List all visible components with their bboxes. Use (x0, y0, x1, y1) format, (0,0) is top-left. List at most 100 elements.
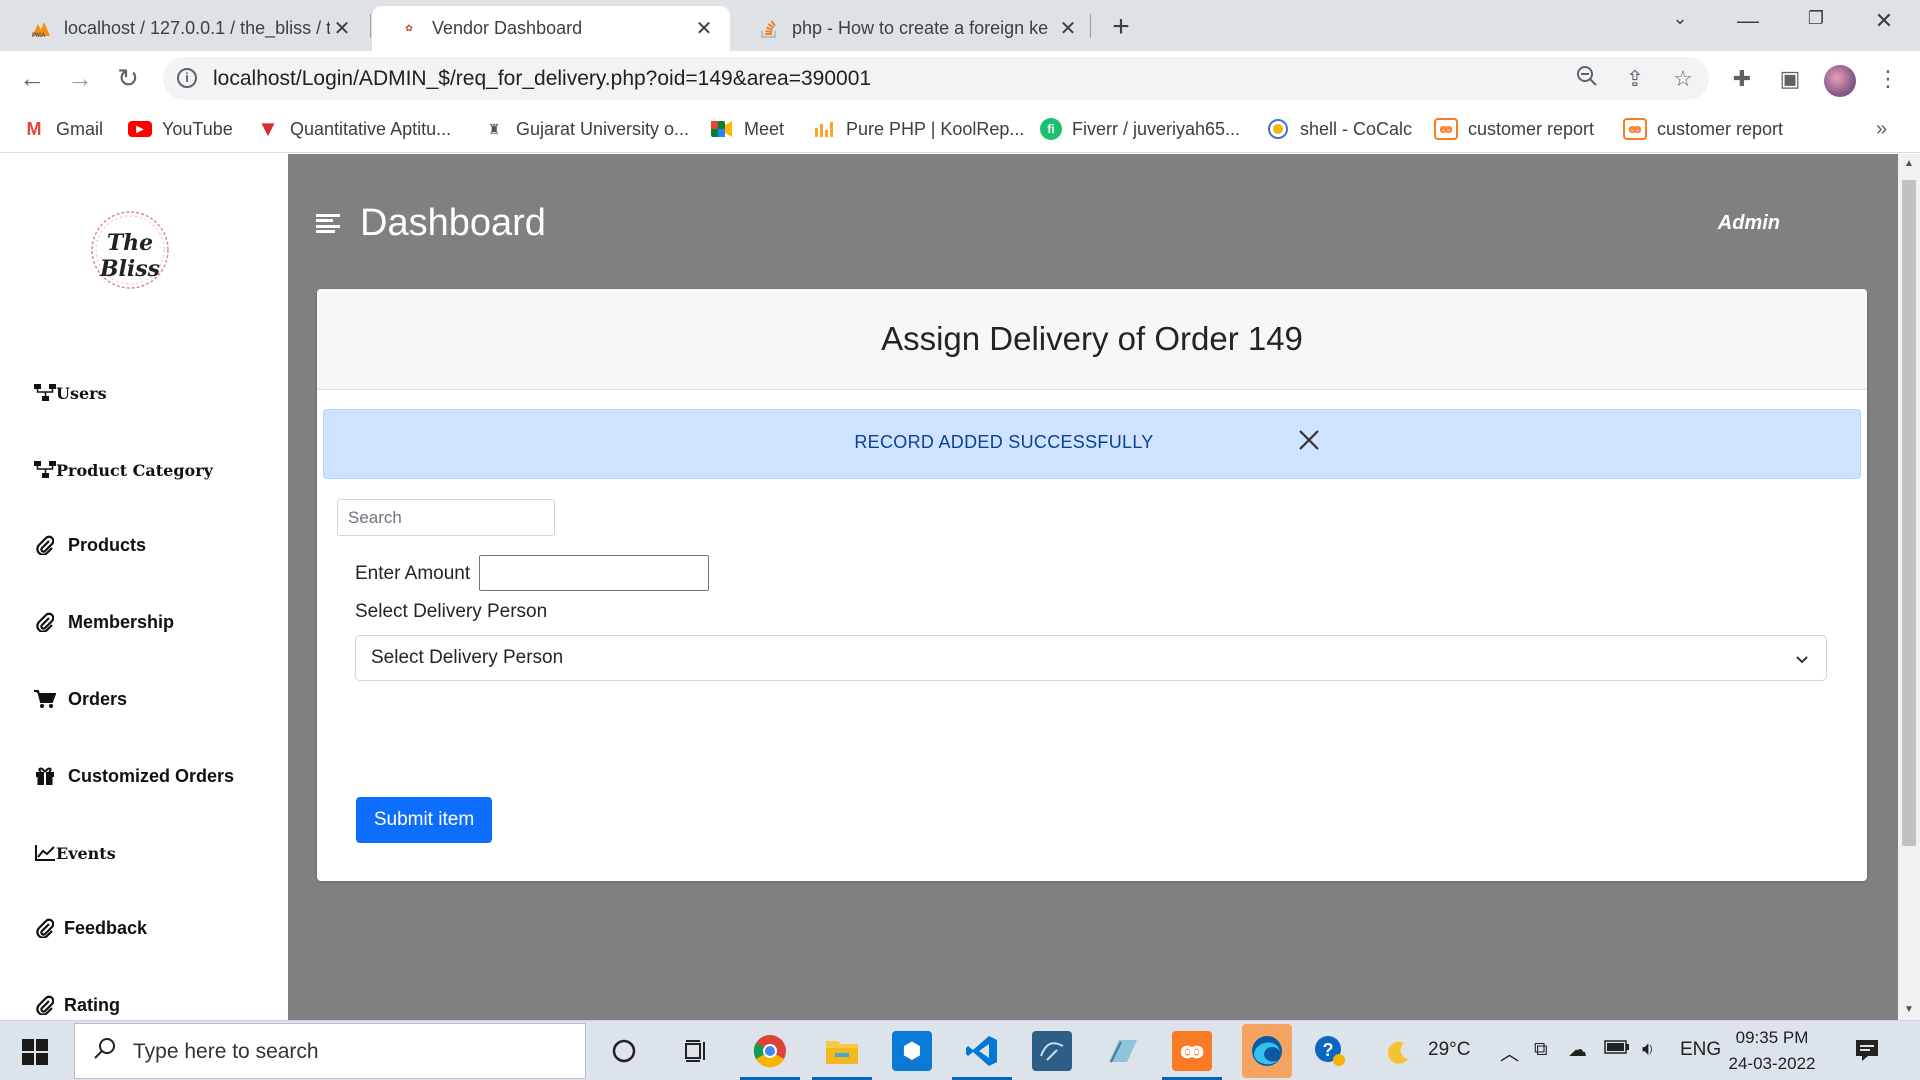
language-indicator[interactable]: ENG (1680, 1039, 1721, 1061)
paperclip-icon (34, 611, 56, 633)
weather-temperature[interactable]: 29°C (1428, 1039, 1470, 1061)
site-info-icon[interactable]: i (177, 68, 197, 88)
back-button[interactable]: ← (16, 62, 48, 94)
taskbar-search-box[interactable]: Type here to search (74, 1023, 586, 1079)
task-view-icon[interactable] (676, 1031, 716, 1071)
submit-button[interactable]: Submit item (356, 797, 492, 843)
weather-icon[interactable] (1384, 1039, 1412, 1073)
bookmark-indiabix[interactable]: ▼ Quantitative Aptitu... (256, 114, 451, 144)
zoom-icon[interactable] (1573, 65, 1601, 93)
url-text[interactable]: localhost/Login/ADMIN_$/req_for_delivery… (213, 67, 871, 91)
tab-close-icon[interactable]: ✕ (330, 16, 354, 41)
tab-vendor-dashboard[interactable]: ✿ Vendor Dashboard ✕ (372, 6, 730, 51)
menu-kebab-icon[interactable]: ⋮ (1874, 65, 1902, 93)
profile-avatar[interactable] (1824, 65, 1856, 97)
meet-icon (710, 118, 734, 140)
tab-close-icon[interactable]: ✕ (692, 16, 716, 41)
sidebar-item-membership[interactable]: Membership (34, 611, 174, 633)
sidebar-item-label: Product Category (56, 460, 213, 480)
new-tab-button[interactable]: + (1106, 10, 1136, 44)
hamburger-menu-icon[interactable] (316, 212, 340, 236)
reload-button[interactable]: ↻ (112, 62, 144, 94)
card-title: Assign Delivery of Order 149 (881, 320, 1303, 357)
browser-tab-strip: PMA localhost / 127.0.0.1 / the_bliss / … (0, 0, 1920, 51)
bookmarks-bar: M Gmail ▶ YouTube ▼ Quantitative Aptitu.… (0, 106, 1920, 153)
file-explorer-icon[interactable] (822, 1031, 862, 1071)
bookmark-youtube[interactable]: ▶ YouTube (128, 114, 233, 144)
bookmarks-overflow-icon[interactable]: » (1876, 118, 1887, 141)
meet-now-icon[interactable]: ⧉ (1534, 1039, 1548, 1061)
bookmark-label: Gmail (56, 118, 104, 139)
tab-stackoverflow[interactable]: php - How to create a foreign ke ✕ (732, 6, 1094, 51)
xampp-icon: ꙭ (1434, 118, 1458, 140)
tray-overflow-chevron-icon[interactable]: ︿ (1500, 1039, 1519, 1066)
notification-center-icon[interactable] (1854, 1037, 1880, 1063)
gift-icon (34, 765, 56, 787)
scroll-down-icon[interactable]: ▼ (1898, 1000, 1920, 1020)
bookmark-meet[interactable]: Meet (710, 114, 784, 144)
chrome-taskbar-icon[interactable] (750, 1031, 790, 1071)
forward-button[interactable]: → (64, 62, 96, 94)
bookmark-customer-report-1[interactable]: ꙭ customer report (1434, 114, 1594, 144)
bookmark-cocalc[interactable]: shell - CoCalc (1266, 114, 1412, 144)
extensions-icon[interactable]: ✚ (1728, 65, 1756, 93)
vscode-icon[interactable] (962, 1031, 1002, 1071)
main-content: Dashboard Admin Assign Delivery of Order… (288, 154, 1898, 1020)
tab-close-icon[interactable]: ✕ (1056, 16, 1080, 41)
phpmyadmin-icon: PMA (30, 18, 52, 40)
tab-phpmyadmin[interactable]: PMA localhost / 127.0.0.1 / the_bliss / … (4, 6, 368, 51)
cart-icon (34, 688, 56, 710)
notepad-icon[interactable] (1102, 1031, 1142, 1071)
tab-search-chevron-icon[interactable]: ⌄ (1660, 8, 1700, 29)
delivery-person-select[interactable]: Select Delivery Person (355, 635, 1827, 681)
bookmark-fiverr[interactable]: fi Fiverr / juveriyah65... (1040, 114, 1240, 144)
windows-start-icon[interactable] (22, 1039, 48, 1065)
battery-icon[interactable] (1604, 1039, 1630, 1061)
amount-input[interactable] (479, 555, 709, 591)
sidebar-item-users[interactable]: Users (34, 382, 107, 404)
sidebar-item-orders[interactable]: Orders (34, 688, 127, 710)
sidebar-item-products[interactable]: Products (34, 534, 146, 556)
bookmark-customer-report-2[interactable]: ꙭ customer report (1623, 114, 1783, 144)
restore-button[interactable]: ❐ (1796, 8, 1836, 29)
bookmark-label: YouTube (162, 118, 233, 139)
system-clock[interactable]: 09:35 PM 24-03-2022 (1724, 1025, 1820, 1077)
sidebar-item-events[interactable]: Events (34, 842, 116, 864)
cortana-icon[interactable] (604, 1031, 644, 1071)
close-icon[interactable] (1294, 427, 1324, 457)
edge-icon[interactable] (1242, 1024, 1292, 1078)
chevron-down-icon (1794, 636, 1810, 680)
mysql-workbench-icon[interactable] (1032, 1031, 1072, 1071)
scroll-up-icon[interactable]: ▲ (1898, 154, 1920, 174)
minimize-button[interactable]: — (1728, 8, 1768, 34)
paperclip-icon (34, 917, 56, 939)
bliss-logo[interactable]: The Bliss (80, 202, 180, 302)
gmail-icon: M (26, 118, 42, 139)
xampp-taskbar-icon[interactable]: ꙭ (1172, 1031, 1212, 1071)
onedrive-icon[interactable]: ☁ (1568, 1039, 1587, 1062)
help-icon[interactable]: ? (1310, 1031, 1350, 1071)
sidebar-item-feedback[interactable]: Feedback (34, 917, 147, 939)
share-icon[interactable]: ⇪ (1621, 65, 1649, 93)
bookmark-koolreport[interactable]: Pure PHP | KoolRep... (812, 114, 1024, 144)
admin-user-label[interactable]: Admin (1718, 212, 1780, 235)
maps-app-icon[interactable]: ⬢ (892, 1031, 932, 1071)
bookmark-star-icon[interactable]: ☆ (1669, 65, 1697, 93)
sidebar-item-product-category[interactable]: Product Category (34, 459, 213, 481)
scroll-thumb[interactable] (1902, 180, 1916, 846)
sidebar-item-rating[interactable]: Rating (34, 994, 120, 1016)
side-panel-icon[interactable]: ▣ (1776, 65, 1804, 93)
bookmark-gmail[interactable]: M Gmail (22, 114, 104, 144)
card-header: Assign Delivery of Order 149 (317, 289, 1867, 390)
sidebar-item-customized-orders[interactable]: Customized Orders (34, 765, 234, 787)
tab-title: Vendor Dashboard (432, 18, 583, 38)
search-input[interactable] (337, 499, 555, 536)
address-bar[interactable]: i localhost/Login/ADMIN_$/req_for_delive… (163, 57, 1709, 100)
close-window-button[interactable]: ✕ (1864, 8, 1904, 34)
bookmark-label: customer report (1468, 118, 1595, 139)
bookmark-gujarat-university[interactable]: ♜ Gujarat University o... (482, 114, 689, 144)
volume-icon[interactable]: 🔉︎ (1642, 1039, 1654, 1061)
page-scrollbar[interactable]: ▲ ▼ (1898, 154, 1920, 1020)
windows-taskbar: Type here to search ⬢ ꙭ ? 29°C ︿ ⧉ ☁ 🔉︎ … (0, 1020, 1920, 1080)
clock-date: 24-03-2022 (1728, 1054, 1816, 1073)
